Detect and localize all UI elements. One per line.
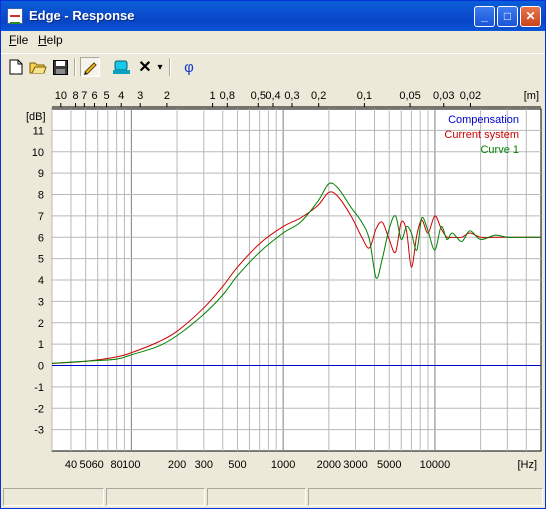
- y-tick-label: 4: [38, 275, 44, 287]
- y-tick-label: -2: [34, 403, 44, 415]
- dropdown-arrow-icon[interactable]: ▾: [154, 57, 166, 77]
- status-bar: [3, 488, 543, 506]
- top-tick-label: 0,05: [399, 90, 420, 102]
- top-tick-label: 1: [210, 90, 216, 102]
- status-panel: [3, 488, 104, 506]
- y-tick-label: -1: [34, 382, 44, 394]
- title-bar[interactable]: Edge - Response _ □ ✕: [1, 1, 545, 31]
- y-axis-label: [dB]: [26, 111, 46, 123]
- toolbar-separator: [169, 58, 171, 76]
- app-window: Edge - Response _ □ ✕ File Help ✕ ▾ φ 11…: [0, 0, 546, 509]
- x-tick-label: 500: [228, 459, 246, 471]
- y-tick-label: 7: [38, 211, 44, 223]
- top-tick-label: 0,02: [460, 90, 481, 102]
- legend-entry: Compensation: [448, 114, 519, 126]
- x-tick-label: 1000: [271, 459, 295, 471]
- toolbar: ✕ ▾ φ: [1, 53, 545, 80]
- x-tick-label: 300: [195, 459, 213, 471]
- toolbar-separator: [74, 58, 76, 76]
- menu-help[interactable]: Help: [38, 33, 63, 47]
- x-tick-label: 40: [65, 459, 77, 471]
- y-tick-label: 5: [38, 254, 44, 266]
- top-tick-label: 0,2: [311, 90, 326, 102]
- status-panel: [207, 488, 306, 506]
- top-tick-label: 0,03: [433, 90, 454, 102]
- y-tick-label: 10: [32, 147, 44, 159]
- y-tick-label: 6: [38, 232, 44, 244]
- top-tick-label: 7: [81, 90, 87, 102]
- top-tick-label: 5: [103, 90, 109, 102]
- top-axis-label: [m]: [524, 90, 539, 102]
- x-tick-label: 10000: [420, 459, 451, 471]
- x-tick-label: 80: [111, 459, 123, 471]
- delete-x-icon[interactable]: ✕: [135, 57, 155, 77]
- top-tick-label: 0,1: [357, 90, 372, 102]
- x-tick-label: 200: [168, 459, 186, 471]
- x-tick-label: 60: [92, 459, 104, 471]
- top-tick-label: 0,4: [265, 90, 280, 102]
- top-tick-label: 3: [137, 90, 143, 102]
- top-tick-label: 4: [118, 90, 124, 102]
- top-tick-label: 6: [91, 90, 97, 102]
- y-tick-label: 1: [38, 339, 44, 351]
- x-tick-label: 100: [122, 459, 140, 471]
- top-tick-label: 0,8: [220, 90, 235, 102]
- y-tick-label: 0: [38, 361, 44, 373]
- x-tick-label: 50: [80, 459, 92, 471]
- phase-icon[interactable]: φ: [179, 57, 199, 77]
- response-chart[interactable]: 11109876543210-1-2-3[dB]40 50 60 80 100 200 30…: [1, 81, 545, 485]
- menu-file[interactable]: File: [9, 33, 28, 47]
- window-title: Edge - Response: [29, 8, 135, 23]
- status-panel: [106, 488, 205, 506]
- legend-entry: Current system: [444, 129, 519, 141]
- y-tick-label: 8: [38, 190, 44, 202]
- y-tick-label: -3: [34, 425, 44, 437]
- top-tick-label: 8: [72, 90, 78, 102]
- x-axis-label: [Hz]: [517, 459, 537, 471]
- x-tick-label: 5000: [377, 459, 401, 471]
- top-tick-label: 0,5: [251, 90, 266, 102]
- y-tick-label: 9: [38, 168, 44, 180]
- top-tick-label: 2: [164, 90, 170, 102]
- menu-bar: File Help: [1, 31, 545, 50]
- y-tick-label: 2: [38, 318, 44, 330]
- new-file-icon[interactable]: [6, 57, 26, 77]
- pencil-icon[interactable]: [80, 57, 100, 77]
- top-tick-label: 10: [55, 90, 67, 102]
- open-folder-icon[interactable]: [28, 57, 48, 77]
- save-disk-icon[interactable]: [50, 57, 70, 77]
- x-tick-label: 2000: [317, 459, 341, 471]
- x-tick-label: 3000: [343, 459, 367, 471]
- y-tick-label: 3: [38, 296, 44, 308]
- status-panel: [308, 488, 543, 506]
- top-tick-label: 0,3: [284, 90, 299, 102]
- close-button[interactable]: ✕: [520, 6, 541, 27]
- maximize-button[interactable]: □: [497, 6, 518, 27]
- minimize-button[interactable]: _: [474, 6, 495, 27]
- app-icon[interactable]: [7, 8, 23, 24]
- cursor-icon[interactable]: [112, 57, 132, 77]
- legend-entry: Curve 1: [480, 144, 519, 156]
- y-tick-label: 11: [33, 125, 44, 137]
